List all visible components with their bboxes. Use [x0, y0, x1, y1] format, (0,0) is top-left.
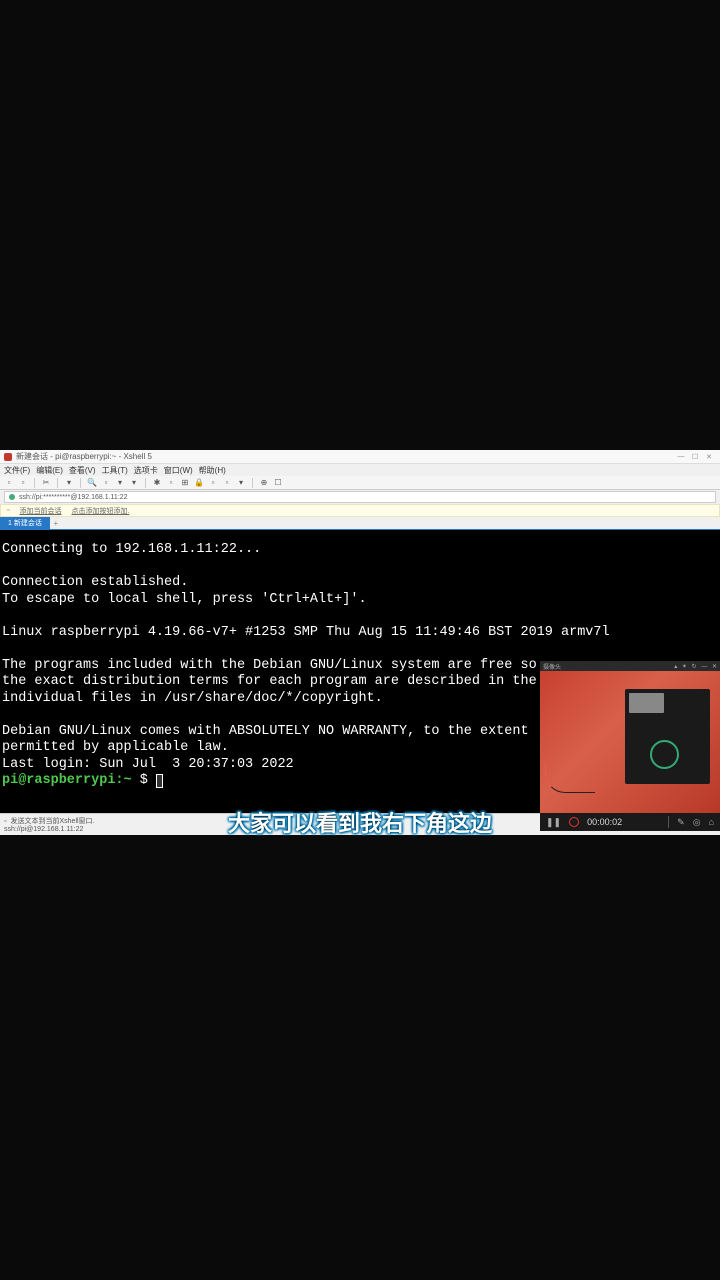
profile-icon[interactable]: ▾	[64, 478, 74, 488]
home-icon[interactable]: ⌂	[709, 817, 714, 827]
menu-help[interactable]: 帮助(H)	[199, 465, 226, 476]
layout-icon[interactable]: ⊞	[180, 478, 190, 488]
camera-window[interactable]: 摄像头 ▴ ✶ ↻ — ✕ ❚❚ 00:00:02 ✎ ◎ ⌂	[540, 661, 720, 831]
video-subtitle: 大家可以看到我右下角这边	[228, 806, 492, 838]
tabbar: 1 新建会话 +	[0, 517, 720, 530]
term-line: individual files in /usr/share/doc/*/cop…	[2, 691, 383, 706]
menu-file[interactable]: 文件(F)	[4, 465, 30, 476]
menu-tab[interactable]: 选项卡	[134, 465, 158, 476]
restore-icon[interactable]: ↻	[692, 664, 697, 670]
app-icon	[4, 453, 12, 461]
menu-tools[interactable]: 工具(T)	[102, 465, 128, 476]
term-line: To escape to local shell, press 'Ctrl+Al…	[2, 592, 367, 607]
lock-icon[interactable]: 🔒	[194, 478, 204, 488]
maximize-button[interactable]: ☐	[688, 452, 702, 462]
copy-icon[interactable]: ▫	[101, 478, 111, 488]
wire-in-view	[545, 763, 595, 793]
prompt-symbol: $	[132, 773, 156, 788]
font-icon[interactable]: ✱	[152, 478, 162, 488]
cam-minimize-icon[interactable]: —	[701, 664, 707, 670]
terminal-cursor	[156, 774, 163, 788]
window-title: 新建会话 - pi@raspberrypi:~ - Xshell 5	[16, 451, 152, 462]
device-in-view	[625, 689, 710, 784]
pause-button[interactable]: ❚❚	[546, 817, 561, 828]
globe-icon[interactable]: ⊕	[259, 478, 269, 488]
color-icon[interactable]: ▫	[166, 478, 176, 488]
info-link-1[interactable]: 添加当前会话	[19, 506, 61, 516]
record-time: 00:00:02	[587, 817, 660, 827]
titlebar[interactable]: 新建会话 - pi@raspberrypi:~ - Xshell 5 — ☐ ✕	[0, 450, 720, 464]
search-icon[interactable]: 🔍	[87, 478, 97, 488]
infobar-icon: ▫	[7, 507, 9, 514]
menu-edit[interactable]: 编辑(E)	[36, 465, 63, 476]
camera-feed	[540, 671, 720, 813]
prompt-path: :~	[115, 773, 131, 788]
status-icon: ▫	[4, 818, 6, 825]
session-tab[interactable]: 1 新建会话	[0, 517, 50, 529]
term-line: Linux raspberrypi 4.19.66-v7+ #1253 SMP …	[2, 625, 610, 640]
status-text-1: 发送文本到当前Xshell窗口.	[10, 816, 94, 826]
camera-titlebar[interactable]: 摄像头 ▴ ✶ ↻ — ✕	[540, 661, 720, 671]
disconnect-icon[interactable]: ✂	[41, 478, 51, 488]
tab-add-button[interactable]: +	[50, 517, 62, 529]
address-text: ssh://pi:**********@192.168.1.11:22	[19, 494, 128, 501]
camera-title: 摄像头	[543, 662, 561, 671]
camera-controls: ❚❚ 00:00:02 ✎ ◎ ⌂	[540, 813, 720, 831]
term-line: the exact distribution terms for each pr…	[2, 674, 537, 689]
prompt-user: pi@raspberrypi	[2, 773, 115, 788]
menu-view[interactable]: 查看(V)	[69, 465, 96, 476]
term-line: Connecting to 192.168.1.11:22...	[2, 542, 261, 557]
minimize-button[interactable]: —	[674, 452, 688, 462]
close-button[interactable]: ✕	[702, 452, 716, 462]
new-session-icon[interactable]: ▫	[4, 478, 14, 488]
tab-label: 1 新建会话	[8, 518, 42, 528]
infobar: ▫ 添加当前会话 点击添加按钮添加.	[0, 504, 720, 517]
status-text-2: ssh://pi@192.168.1.11:22	[4, 826, 83, 833]
settings-icon[interactable]: ✶	[682, 664, 687, 670]
help-icon[interactable]: ☐	[273, 478, 283, 488]
term-line: Debian GNU/Linux comes with ABSOLUTELY N…	[2, 724, 529, 739]
term-line: Last login: Sun Jul 3 20:37:03 2022	[2, 757, 294, 772]
paste2-icon[interactable]: ▾	[129, 478, 139, 488]
dropdown-icon[interactable]: ▾	[236, 478, 246, 488]
tool-icon[interactable]: ▫	[208, 478, 218, 488]
pin-up-icon[interactable]: ▴	[674, 664, 677, 670]
open-icon[interactable]: ▫	[18, 478, 28, 488]
tool2-icon[interactable]: ▫	[222, 478, 232, 488]
menubar: 文件(F) 编辑(E) 查看(V) 工具(T) 选项卡 窗口(W) 帮助(H)	[0, 464, 720, 476]
term-line: Connection established.	[2, 575, 188, 590]
toolbar: ▫ ▫ ✂ ▾ 🔍 ▫ ▾ ▾ ✱ ▫ ⊞ 🔒 ▫ ▫ ▾ ⊕ ☐	[0, 476, 720, 490]
connection-status-icon	[9, 494, 15, 500]
term-line: permitted by applicable law.	[2, 740, 229, 755]
menu-window[interactable]: 窗口(W)	[164, 465, 193, 476]
paste-icon[interactable]: ▾	[115, 478, 125, 488]
addressbar[interactable]: ssh://pi:**********@192.168.1.11:22	[4, 491, 716, 503]
camera-icon[interactable]: ◎	[693, 817, 701, 828]
info-link-2[interactable]: 点击添加按钮添加.	[71, 506, 129, 516]
term-line: The programs included with the Debian GN…	[2, 658, 537, 673]
record-button[interactable]	[569, 817, 579, 827]
pencil-icon[interactable]: ✎	[677, 817, 685, 828]
cam-close-icon[interactable]: ✕	[712, 664, 717, 670]
